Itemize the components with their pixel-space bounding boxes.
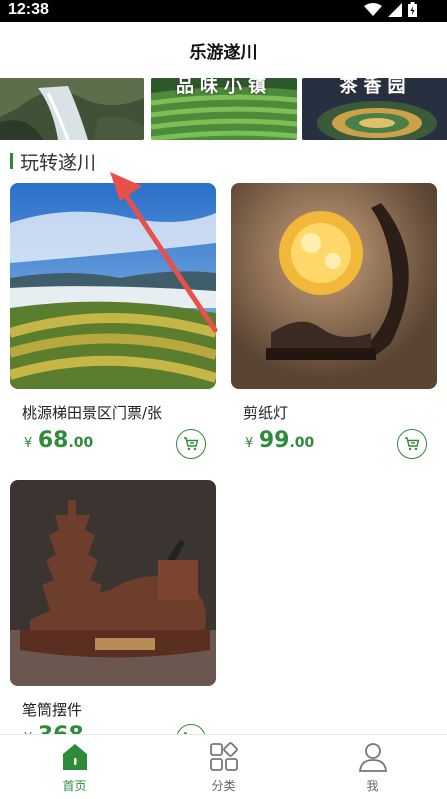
status-bar: 12:38 [0,0,447,22]
section-accent-bar [10,153,13,169]
tab-label: 我 [366,779,379,793]
status-time: 12:38 [8,1,49,18]
banner-item-town[interactable]: 品味小镇 [151,78,297,140]
add-to-cart-button[interactable] [176,724,206,734]
waterfall-image [0,78,144,140]
product-image-pen-holder [10,480,216,686]
product-card[interactable]: 笔筒摆件 ¥ 368 [10,480,216,734]
banner-carousel[interactable]: 品味小镇 茶香园 [0,78,447,140]
wifi-icon [364,2,382,16]
category-grid-icon [209,742,238,771]
banner-item-waterfall[interactable] [0,78,144,140]
product-name: 剪纸灯 [243,404,289,422]
tab-label: 首页 [62,779,87,793]
product-price: ¥ 99.00 [245,428,315,453]
profile-icon [358,743,387,772]
product-card[interactable]: 剪纸灯 ¥ 99.00 [231,183,437,463]
product-price: ¥ 368 [24,723,84,734]
product-price: ¥ 68.00 [24,428,94,453]
battery-icon [408,2,417,17]
banner-caption: 茶香园 [339,78,412,97]
product-image-terrace [10,183,216,389]
page-title: 乐游遂川 [189,42,258,63]
add-to-cart-button[interactable] [397,429,427,459]
product-card[interactable]: 桃源梯田景区门票/张 ¥ 68.00 [10,183,216,463]
tab-category[interactable]: 分类 [149,735,298,799]
cart-icon [184,437,199,451]
product-image-paper-lamp [231,183,437,389]
tab-label: 分类 [211,779,236,793]
section-header: 玩转遂川 [10,148,96,174]
product-name: 桃源梯田景区门票/张 [22,404,163,422]
app-bar: 乐游遂川 [0,22,447,78]
add-to-cart-button[interactable] [176,429,206,459]
cart-icon [405,437,420,451]
tab-profile[interactable]: 我 [298,735,447,799]
section-title: 玩转遂川 [20,151,97,174]
product-name: 笔筒摆件 [22,701,83,719]
tab-home[interactable]: 首页 [0,735,149,799]
banner-item-tea-garden[interactable]: 茶香园 [302,78,447,140]
banner-caption: 品味小镇 [176,78,272,97]
home-icon [62,744,87,770]
signal-icon [388,2,402,17]
bottom-tab-bar: 首页 分类 我 [0,734,447,799]
